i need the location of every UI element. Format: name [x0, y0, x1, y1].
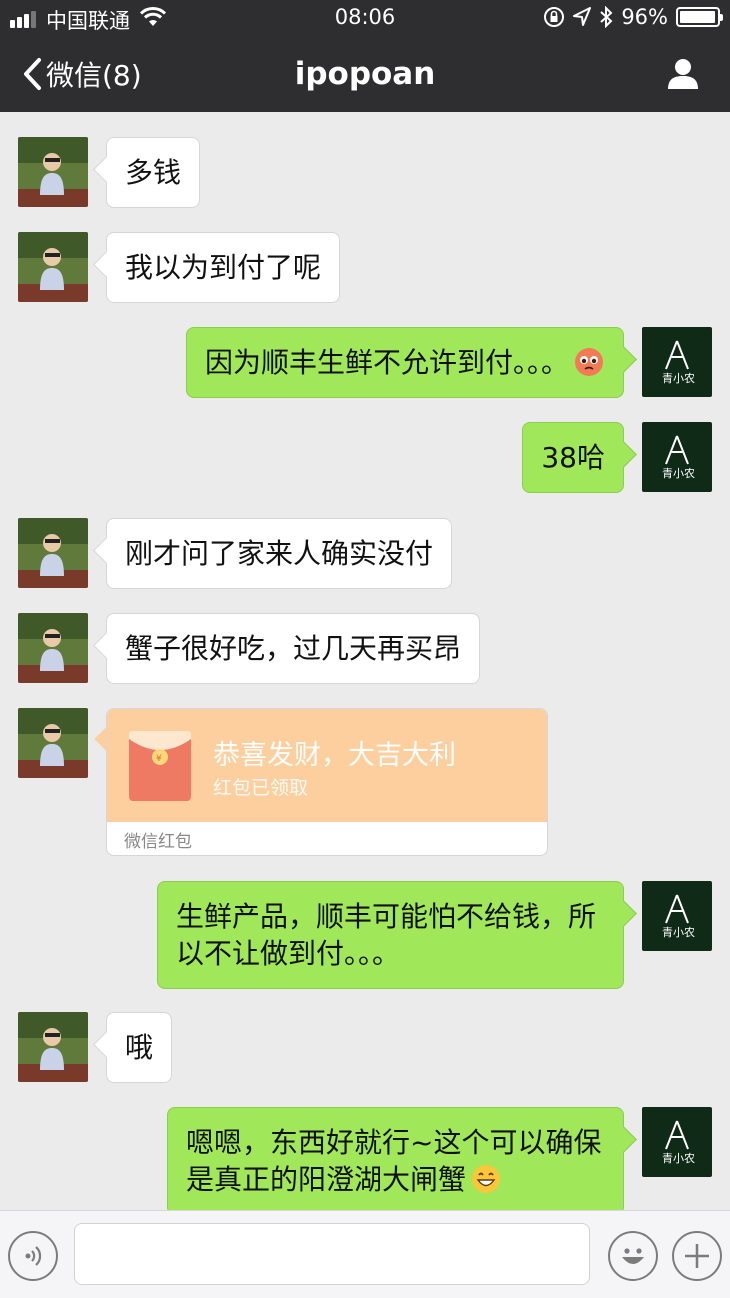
location-arrow-icon: [573, 7, 592, 26]
message-bubble[interactable]: 因为顺丰生鲜不允许到付。。。: [185, 327, 624, 398]
voice-input-button[interactable]: [8, 1231, 58, 1281]
svg-text:青小农: 青小农: [662, 371, 695, 385]
contact-avatar[interactable]: [18, 137, 88, 207]
profile-icon: [668, 59, 698, 89]
top-bar: 中国联通 08:06 96% 微信(8) ipopoan: [0, 0, 730, 112]
message-bubble[interactable]: 38哈: [522, 422, 624, 493]
chat-title: ipopoan: [294, 56, 436, 92]
message-text: 因为顺丰生鲜不允许到付。。。: [204, 346, 569, 379]
message-bubble[interactable]: 多钱: [106, 137, 201, 208]
chat-history[interactable]: 多钱 我以为到付了呢 青小农 因为顺丰生鲜不允许到付。。。 青小农 38哈 刚才…: [0, 112, 730, 1210]
grinning-face-icon: [472, 1165, 501, 1193]
battery-percent: 96%: [621, 5, 668, 29]
my-avatar[interactable]: 青小农: [642, 881, 712, 951]
message-line: 是真正的阳澄湖大闸蟹: [186, 1163, 467, 1196]
message-bubble[interactable]: 我以为到付了呢: [106, 232, 341, 303]
contact-avatar[interactable]: [18, 613, 88, 683]
lock-rotation-icon: [544, 7, 565, 27]
svg-text:青小农: 青小农: [662, 1151, 695, 1165]
contact-avatar[interactable]: [18, 708, 88, 778]
red-packet-body: ¥ 恭喜发财，大吉大利 红包已领取: [107, 709, 547, 822]
red-packet-card[interactable]: ¥ 恭喜发财，大吉大利 红包已领取 微信红包: [106, 708, 548, 856]
red-envelope-icon: ¥: [129, 731, 191, 801]
message-bubble[interactable]: 嗯嗯，东西好就行~这个可以确保 是真正的阳澄湖大闸蟹: [167, 1107, 624, 1210]
my-avatar[interactable]: 青小农: [642, 327, 712, 397]
bluetooth-icon: [600, 6, 613, 28]
emoji-icon: [622, 1248, 644, 1264]
chat-info-button[interactable]: [666, 56, 700, 94]
contact-avatar[interactable]: [18, 232, 88, 302]
voice-icon: [25, 1246, 42, 1266]
svg-text:青小农: 青小农: [662, 925, 695, 939]
status-right-group: 96%: [543, 5, 723, 29]
svg-text:¥: ¥: [156, 754, 162, 764]
pleading-face-icon: [575, 348, 603, 376]
battery-icon: [676, 7, 723, 27]
svg-text:青小农: 青小农: [662, 466, 695, 480]
message-line: 嗯嗯，东西好就行~这个可以确保: [186, 1126, 602, 1159]
contact-avatar[interactable]: [18, 518, 88, 588]
red-packet-title: 恭喜发财，大吉大利: [213, 740, 456, 771]
contact-avatar[interactable]: [18, 1012, 88, 1082]
status-bar: 中国联通 08:06 96%: [0, 0, 730, 38]
emoji-button[interactable]: [608, 1231, 658, 1281]
message-line: 以不让做到付。。。: [176, 937, 401, 970]
message-input[interactable]: [74, 1223, 590, 1285]
message-bubble[interactable]: 哦: [106, 1012, 173, 1083]
input-toolbar: [0, 1210, 730, 1298]
more-button[interactable]: [672, 1231, 722, 1281]
message-line: 生鲜产品，顺丰可能怕不给钱，所: [176, 900, 597, 933]
message-bubble[interactable]: 刚才问了家来人确实没付: [106, 518, 453, 589]
plus-icon: [685, 1244, 709, 1268]
navigation-bar: 微信(8) ipopoan: [0, 38, 730, 112]
red-packet-footer: 微信红包: [124, 832, 192, 852]
my-avatar[interactable]: 青小农: [642, 422, 712, 492]
my-avatar[interactable]: 青小农: [642, 1107, 712, 1177]
message-bubble[interactable]: 生鲜产品，顺丰可能怕不给钱，所 以不让做到付。。。: [157, 881, 624, 989]
message-bubble[interactable]: 蟹子很好吃，过几天再买昂: [106, 613, 481, 684]
red-packet-status: 红包已领取: [213, 777, 309, 799]
